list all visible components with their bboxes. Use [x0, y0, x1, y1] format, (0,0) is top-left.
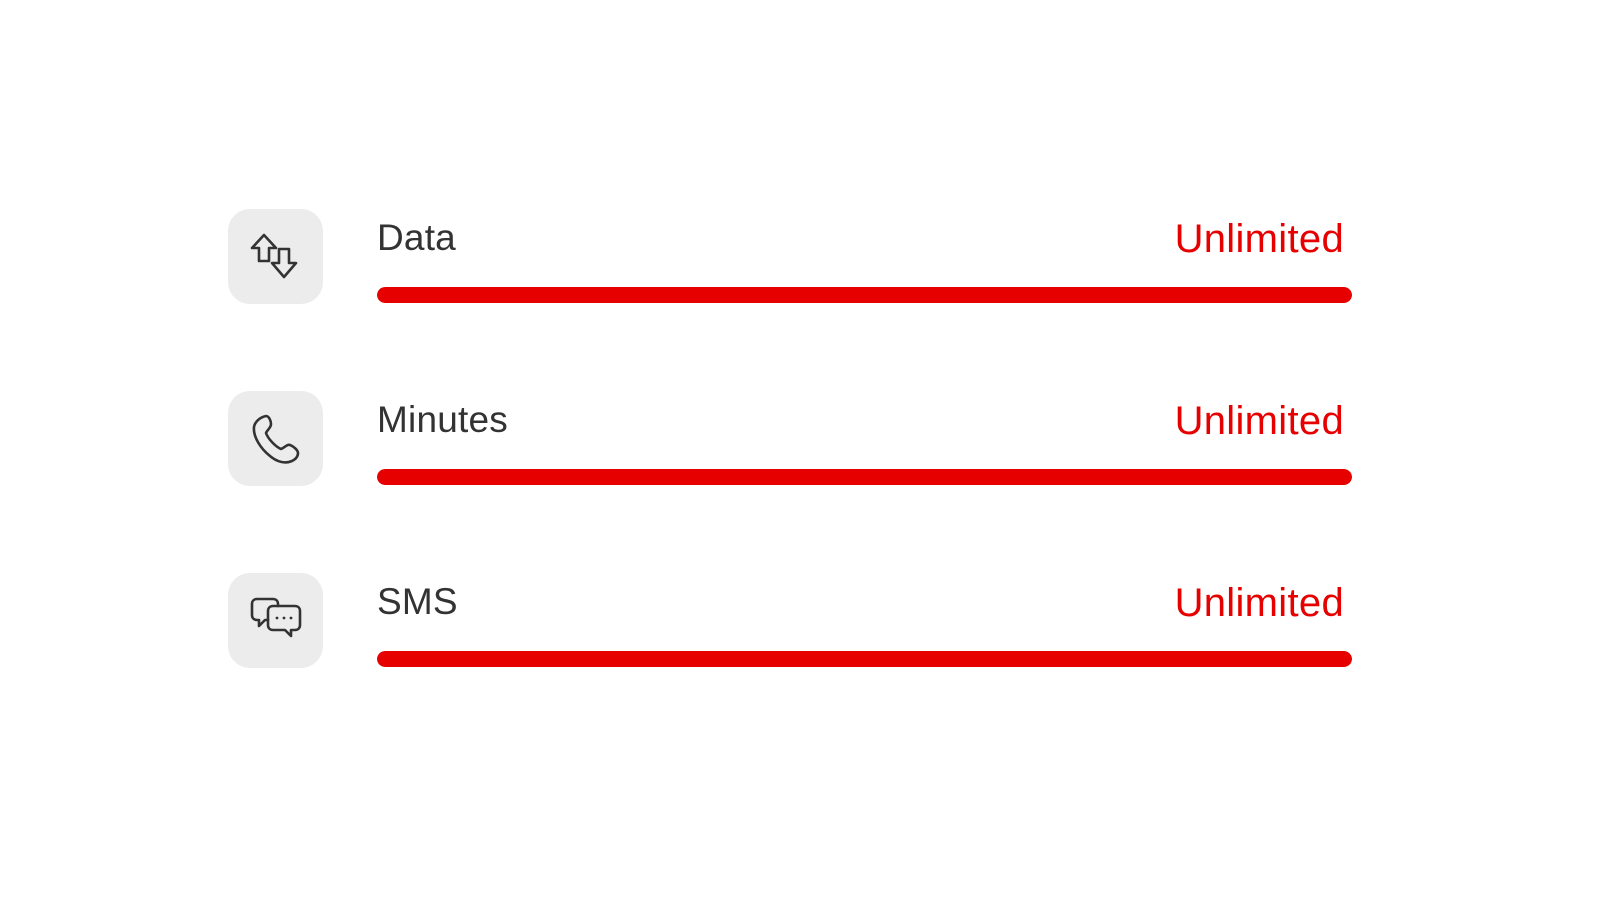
- usage-progress-fill: [377, 469, 1352, 485]
- usage-progress-bar: [377, 287, 1352, 303]
- usage-value: Unlimited: [1174, 217, 1344, 261]
- phone-icon: [228, 391, 323, 486]
- usage-row-data: Data Unlimited: [228, 209, 1352, 304]
- usage-value: Unlimited: [1174, 399, 1344, 443]
- usage-label: Minutes: [377, 399, 508, 440]
- usage-row-minutes: Minutes Unlimited: [228, 391, 1352, 486]
- usage-progress-bar: [377, 651, 1352, 667]
- usage-row-sms: SMS Unlimited: [228, 573, 1352, 668]
- usage-panel: Data Unlimited Minutes Unlimited SMS Unl…: [228, 209, 1352, 668]
- usage-progress-bar: [377, 469, 1352, 485]
- usage-progress-fill: [377, 651, 1352, 667]
- chat-bubbles-icon: [228, 573, 323, 668]
- usage-progress-fill: [377, 287, 1352, 303]
- usage-label: SMS: [377, 581, 458, 622]
- usage-label: Data: [377, 217, 456, 258]
- usage-value: Unlimited: [1174, 581, 1344, 625]
- data-transfer-icon: [228, 209, 323, 304]
